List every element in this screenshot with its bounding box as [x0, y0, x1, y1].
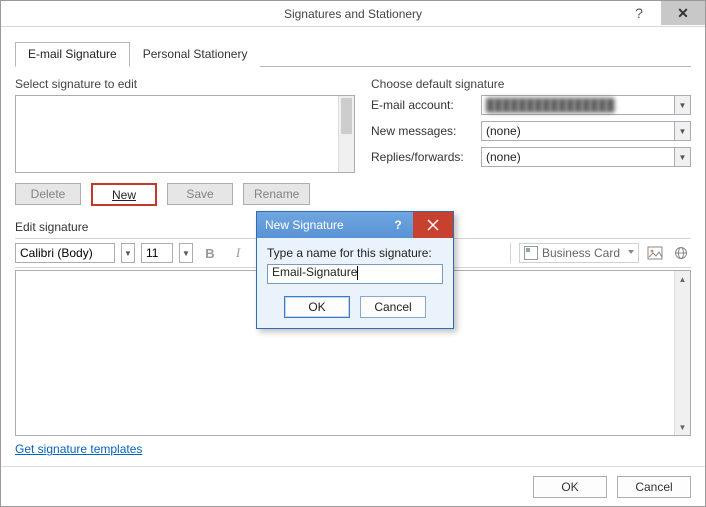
business-card-button[interactable]: Business Card — [519, 243, 639, 263]
chevron-down-icon: ▼ — [674, 96, 690, 114]
replies-forwards-value: (none) — [486, 150, 521, 164]
replies-forwards-label: Replies/forwards: — [371, 150, 481, 164]
size-value: 11 — [146, 246, 158, 260]
editor-scrollbar[interactable]: ▲ ▼ — [674, 271, 690, 435]
select-signature-label: Select signature to edit — [15, 77, 355, 91]
bold-button[interactable]: B — [199, 243, 221, 263]
signature-name-value: Email-Signature — [272, 265, 357, 279]
close-icon — [427, 219, 439, 231]
new-messages-select[interactable]: (none) ▼ — [481, 121, 691, 141]
email-account-select[interactable]: ████████████████ ▼ — [481, 95, 691, 115]
window-title: Signatures and Stationery — [284, 7, 422, 21]
cancel-button[interactable]: Cancel — [617, 476, 691, 498]
close-button[interactable]: ✕ — [661, 1, 705, 25]
text-cursor — [357, 266, 358, 280]
tab-personal-stationery[interactable]: Personal Stationery — [130, 42, 261, 67]
signature-name-input[interactable]: Email-Signature — [267, 264, 443, 284]
tabs: E-mail Signature Personal Stationery — [15, 41, 691, 67]
email-account-value: ████████████████ — [486, 98, 614, 112]
tab-label: Personal Stationery — [143, 47, 248, 61]
signature-listbox[interactable] — [15, 95, 355, 173]
modal-titlebar: New Signature ? — [257, 212, 453, 238]
scroll-up-icon[interactable]: ▲ — [675, 271, 690, 287]
tab-label: E-mail Signature — [28, 47, 117, 61]
size-select[interactable]: 11 — [141, 243, 173, 263]
save-button[interactable]: Save — [167, 183, 233, 205]
signature-name-label: Type a name for this signature: — [267, 246, 443, 260]
insert-hyperlink-button[interactable] — [671, 243, 691, 263]
chevron-down-icon: ▼ — [674, 122, 690, 140]
font-dropdown-button[interactable]: ▼ — [121, 243, 135, 263]
new-messages-value: (none) — [486, 124, 521, 138]
toolbar-separator — [510, 243, 511, 263]
modal-title: New Signature — [265, 218, 344, 232]
business-card-label: Business Card — [542, 246, 620, 260]
chevron-down-icon: ▼ — [674, 148, 690, 166]
chevron-down-icon: ▼ — [124, 249, 132, 258]
help-button[interactable]: ? — [617, 1, 661, 25]
replies-forwards-select[interactable]: (none) ▼ — [481, 147, 691, 167]
new-messages-label: New messages: — [371, 124, 481, 138]
modal-close-button[interactable] — [413, 212, 453, 238]
business-card-icon — [524, 246, 538, 260]
new-signature-dialog: New Signature ? Type a name for this sig… — [256, 211, 454, 329]
italic-button[interactable]: I — [227, 243, 249, 263]
modal-help-button[interactable]: ? — [383, 212, 413, 238]
rename-button[interactable]: Rename — [243, 183, 310, 205]
insert-picture-button[interactable] — [645, 243, 665, 263]
titlebar: Signatures and Stationery ? ✕ — [1, 1, 705, 27]
scrollbar-thumb[interactable] — [341, 98, 352, 134]
dialog-footer: OK Cancel — [1, 466, 705, 506]
chevron-down-icon — [628, 250, 634, 254]
new-button[interactable]: New — [91, 183, 157, 206]
modal-ok-button[interactable]: OK — [284, 296, 350, 318]
ok-button[interactable]: OK — [533, 476, 607, 498]
default-signature-label: Choose default signature — [371, 77, 691, 91]
new-button-label: New — [112, 188, 136, 202]
modal-cancel-button[interactable]: Cancel — [360, 296, 426, 318]
font-select[interactable]: Calibri (Body) — [15, 243, 115, 263]
delete-button[interactable]: Delete — [15, 183, 81, 205]
listbox-scrollbar[interactable] — [338, 96, 354, 172]
email-account-label: E-mail account: — [371, 98, 481, 112]
size-dropdown-button[interactable]: ▼ — [179, 243, 193, 263]
scroll-down-icon[interactable]: ▼ — [675, 419, 690, 435]
get-templates-link[interactable]: Get signature templates — [15, 442, 142, 456]
tab-email-signature[interactable]: E-mail Signature — [15, 42, 130, 67]
font-value: Calibri (Body) — [20, 246, 93, 260]
chevron-down-icon: ▼ — [182, 249, 190, 258]
